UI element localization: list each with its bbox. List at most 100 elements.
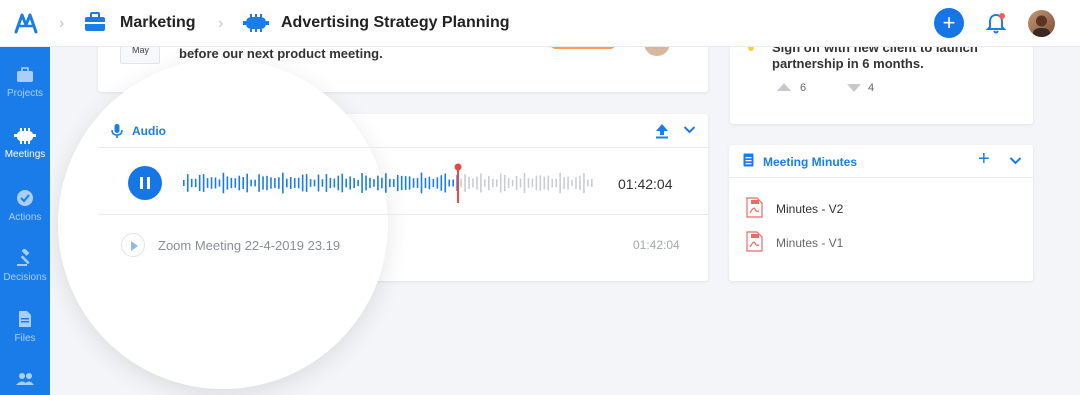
recording-duration: 01:42:04 — [633, 238, 680, 252]
app-logo-icon[interactable] — [14, 12, 38, 34]
breadcrumb-workspace[interactable]: Marketing — [120, 14, 196, 32]
waveform-bar — [377, 175, 379, 191]
notification-bell-icon[interactable] — [986, 12, 1006, 34]
minutes-item[interactable]: Minutes - V2 — [776, 202, 843, 216]
waveform-bar — [563, 177, 565, 189]
meeting-minutes-title: Meeting Minutes — [763, 155, 858, 169]
waveform-bar — [385, 173, 387, 193]
top-bar: › Marketing › Advertising Strategy Plann… — [0, 0, 1080, 47]
chevron-down-icon[interactable] — [683, 125, 696, 135]
spotlight-overlay — [58, 59, 388, 389]
upload-icon[interactable] — [655, 123, 669, 139]
waveform-bar — [579, 175, 581, 191]
chevron-down-icon[interactable] — [1009, 156, 1022, 166]
sidebar-item-files[interactable]: Files — [0, 310, 50, 344]
waveform-bar — [301, 174, 304, 192]
waveform-bar — [309, 179, 312, 187]
minutes-item[interactable]: Minutes - V1 — [776, 236, 843, 250]
waveform-bar — [535, 175, 538, 191]
waveform-bar — [266, 175, 268, 191]
audio-waveform[interactable] — [182, 163, 594, 203]
waveform-bar — [278, 177, 280, 189]
sidebar-item-projects[interactable]: Projects — [0, 67, 50, 99]
waveform-bar — [591, 178, 593, 188]
gavel-icon — [17, 249, 30, 266]
sidebar: Projects Meetings Actions Decisions File… — [0, 47, 50, 395]
waveform-bar — [361, 173, 363, 193]
waveform-bar — [575, 177, 577, 189]
play-recording-button[interactable] — [121, 233, 145, 257]
sidebar-item-label: Meetings — [4, 149, 46, 160]
waveform-bar — [428, 176, 431, 190]
waveform-bar — [472, 178, 474, 188]
waveform-bar — [254, 179, 256, 187]
waveform-bar — [488, 175, 490, 191]
waveform-bar — [583, 173, 585, 193]
waveform-bar — [404, 176, 407, 190]
pdf-file-icon — [746, 231, 763, 252]
check-circle-icon — [17, 190, 33, 206]
waveform-bar — [230, 177, 233, 189]
playhead-line[interactable] — [457, 166, 460, 203]
waveform-bar — [202, 174, 205, 192]
sidebar-item-label: Projects — [6, 88, 44, 99]
waveform-bar — [460, 178, 462, 188]
waveform-bar — [543, 176, 546, 190]
current-time: 01:42:04 — [618, 176, 673, 192]
waveform-bar — [289, 176, 292, 190]
waveform-bar — [515, 175, 518, 191]
waveform-bar — [246, 173, 248, 193]
user-avatar[interactable] — [1028, 10, 1055, 37]
meeting-icon — [14, 128, 36, 144]
waveform-bar — [297, 177, 300, 189]
chevron-right-icon: › — [218, 15, 224, 32]
upvote-count: 6 — [800, 82, 807, 94]
recording-name[interactable]: Zoom Meeting 22-4-2019 23.19 — [158, 238, 340, 253]
add-button[interactable]: + — [934, 8, 964, 38]
waveform-bar — [551, 178, 554, 188]
waveform-bar — [345, 178, 348, 188]
downvote-count: 4 — [868, 82, 875, 94]
waveform-bar — [436, 177, 439, 189]
waveform-bar — [424, 177, 427, 189]
sidebar-item-people[interactable] — [0, 372, 50, 391]
waveform-bar — [412, 178, 415, 188]
breadcrumb-project[interactable]: Advertising Strategy Planning — [281, 14, 509, 32]
sidebar-item-label: Actions — [8, 212, 42, 223]
waveform-bar — [527, 178, 530, 188]
waveform-bar — [282, 172, 284, 194]
waveform-bar — [333, 178, 336, 188]
chevron-right-icon: › — [59, 15, 65, 32]
sidebar-item-meetings[interactable]: Meetings — [0, 128, 50, 160]
waveform-bar — [242, 177, 245, 189]
waveform-bar — [559, 172, 561, 194]
pdf-file-icon — [746, 197, 763, 218]
add-minutes-button[interactable]: + — [978, 148, 990, 171]
sidebar-item-label: Files — [14, 333, 36, 344]
meeting-icon — [243, 14, 269, 32]
waveform-bar — [190, 178, 193, 188]
downvote-icon[interactable] — [847, 84, 861, 92]
waveform-bar — [495, 179, 498, 187]
divider — [98, 214, 708, 215]
pause-button[interactable] — [128, 166, 162, 200]
sidebar-item-actions[interactable]: Actions — [0, 189, 50, 223]
document-icon — [743, 153, 754, 167]
waveform-bar — [567, 176, 569, 190]
waveform-bar — [357, 179, 359, 187]
waveform-bar — [519, 178, 522, 188]
waveform-bar — [325, 174, 328, 192]
waveform-bar — [222, 172, 225, 194]
playhead-handle[interactable] — [454, 163, 462, 171]
upvote-icon[interactable] — [777, 83, 791, 91]
sidebar-item-decisions[interactable]: Decisions — [0, 249, 50, 283]
waveform-bar — [274, 177, 276, 189]
waveform-bar — [416, 178, 419, 188]
waveform-bar — [400, 175, 403, 191]
waveform-bar — [440, 175, 443, 191]
avatar-image — [1033, 15, 1050, 37]
waveform-bar — [432, 178, 435, 188]
waveform-bar — [186, 174, 189, 192]
waveform-bar — [369, 177, 371, 189]
waveform-bar — [373, 179, 375, 187]
